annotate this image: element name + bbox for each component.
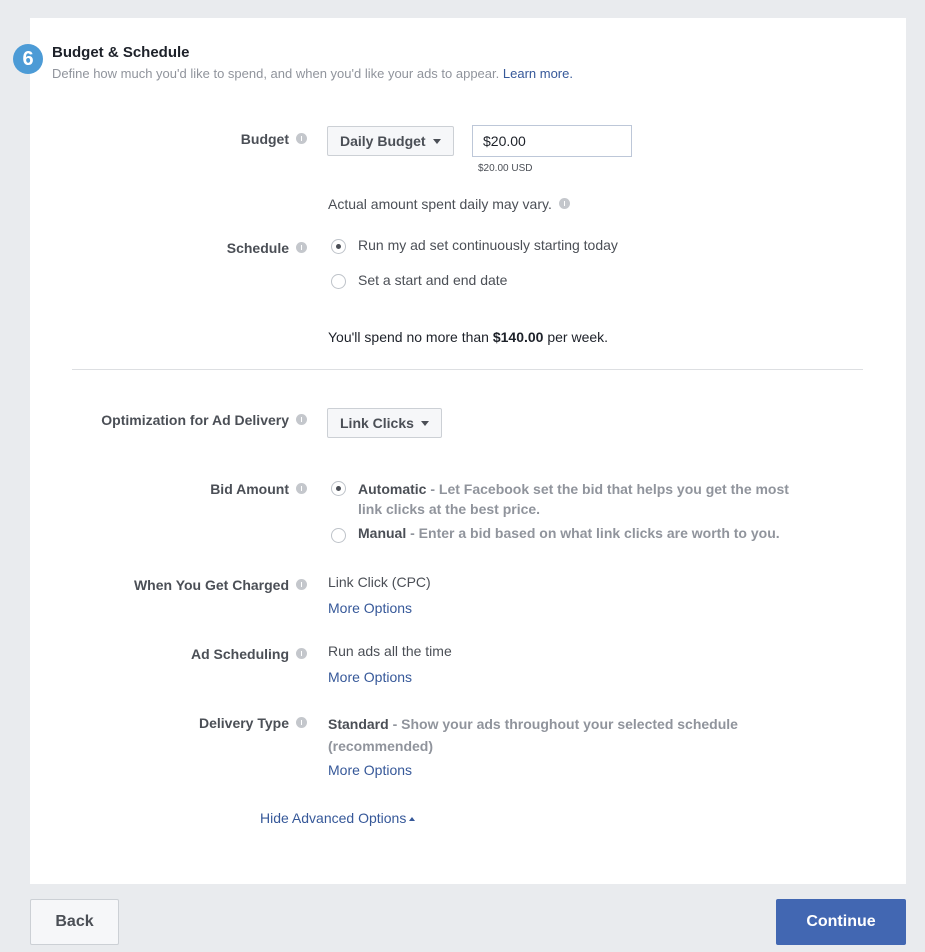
schedule-start-end-radio[interactable] bbox=[331, 274, 346, 289]
delivery-type-label-text: Delivery Type bbox=[198, 715, 289, 731]
info-icon[interactable] bbox=[296, 133, 307, 144]
bid-automatic-desc: - Let Facebook set the bid that helps yo… bbox=[430, 481, 789, 497]
budget-type-dropdown[interactable]: Daily Budget bbox=[327, 126, 454, 156]
section-subtitle: Define how much you'd like to spend, and… bbox=[52, 66, 573, 81]
bid-manual-label[interactable]: Manual - Enter a bid based on what link … bbox=[358, 525, 780, 541]
bid-manual-radio[interactable] bbox=[331, 528, 346, 543]
hide-advanced-options-link[interactable]: Hide Advanced Options bbox=[260, 810, 416, 826]
budget-label-text: Budget bbox=[240, 131, 289, 147]
delivery-type-label: Delivery Type bbox=[199, 715, 307, 731]
bid-manual-desc: - Enter a bid based on what link clicks … bbox=[410, 525, 780, 541]
back-button[interactable]: Back bbox=[30, 899, 119, 945]
section-title: Budget & Schedule bbox=[52, 44, 190, 61]
caret-up-icon bbox=[409, 817, 416, 821]
schedule-continuous-label[interactable]: Run my ad set continuously starting toda… bbox=[358, 237, 618, 253]
subtitle-text: Define how much you'd like to spend, and… bbox=[52, 66, 500, 81]
info-icon[interactable] bbox=[296, 579, 307, 590]
delivery-type-value: Standard - Show your ads throughout your… bbox=[328, 713, 738, 757]
optimization-value: Link Clicks bbox=[340, 415, 414, 431]
step-number-badge: 6 bbox=[13, 44, 43, 74]
bid-amount-label: Bid Amount bbox=[210, 481, 307, 497]
info-icon[interactable] bbox=[296, 242, 307, 253]
bid-automatic-title: Automatic bbox=[358, 481, 427, 497]
bid-amount-label-text: Bid Amount bbox=[210, 481, 289, 497]
budget-usd-hint: $20.00 USD bbox=[478, 163, 533, 174]
info-icon[interactable] bbox=[296, 414, 307, 425]
delivery-type-title: Standard bbox=[328, 716, 389, 732]
ad-scheduling-label: Ad Scheduling bbox=[191, 646, 307, 662]
spend-prefix: You'll spend no more than bbox=[328, 329, 489, 345]
charged-value: Link Click (CPC) bbox=[328, 574, 431, 590]
spend-amount: $140.00 bbox=[492, 329, 544, 345]
charged-label: When You Get Charged bbox=[134, 577, 307, 593]
info-icon[interactable] bbox=[558, 198, 570, 209]
optimization-label: Optimization for Ad Delivery bbox=[101, 412, 307, 428]
budget-note: Actual amount spent daily may vary. bbox=[328, 196, 570, 212]
bid-automatic-label[interactable]: Automatic - Let Facebook set the bid tha… bbox=[358, 479, 789, 519]
bid-automatic-radio[interactable] bbox=[331, 481, 346, 496]
bid-manual-title: Manual bbox=[358, 525, 407, 541]
budget-amount-input[interactable]: $20.00 bbox=[472, 125, 632, 157]
learn-more-link[interactable]: Learn more. bbox=[503, 66, 573, 81]
spend-suffix: per week. bbox=[547, 329, 609, 345]
info-icon[interactable] bbox=[296, 648, 307, 659]
budget-note-text: Actual amount spent daily may vary. bbox=[328, 196, 552, 212]
delivery-type-desc-2: (recommended) bbox=[328, 738, 434, 754]
schedule-label-text: Schedule bbox=[226, 240, 289, 256]
delivery-type-desc: - Show your ads throughout your selected… bbox=[392, 716, 738, 732]
section-divider bbox=[72, 369, 863, 370]
ad-scheduling-value: Run ads all the time bbox=[328, 643, 452, 659]
hide-advanced-label: Hide Advanced Options bbox=[260, 810, 407, 826]
caret-down-icon bbox=[420, 421, 429, 426]
ad-scheduling-more-options-link[interactable]: More Options bbox=[328, 669, 412, 685]
caret-down-icon bbox=[432, 139, 441, 144]
charged-label-text: When You Get Charged bbox=[133, 577, 289, 593]
delivery-more-options-link[interactable]: More Options bbox=[328, 762, 412, 778]
budget-label: Budget bbox=[241, 131, 307, 147]
continue-button[interactable]: Continue bbox=[776, 899, 906, 945]
optimization-label-text: Optimization for Ad Delivery bbox=[101, 412, 289, 428]
weekly-spend-text: You'll spend no more than $140.00 per we… bbox=[328, 329, 608, 345]
bid-automatic-desc-2: link clicks at the best price. bbox=[358, 501, 541, 517]
schedule-label: Schedule bbox=[227, 240, 307, 256]
budget-type-value: Daily Budget bbox=[340, 133, 426, 149]
schedule-continuous-radio[interactable] bbox=[331, 239, 346, 254]
info-icon[interactable] bbox=[296, 483, 307, 494]
schedule-start-end-label[interactable]: Set a start and end date bbox=[358, 272, 507, 288]
ad-scheduling-label-text: Ad Scheduling bbox=[191, 646, 289, 662]
info-icon[interactable] bbox=[296, 717, 307, 728]
optimization-dropdown[interactable]: Link Clicks bbox=[327, 408, 442, 438]
charged-more-options-link[interactable]: More Options bbox=[328, 600, 412, 616]
